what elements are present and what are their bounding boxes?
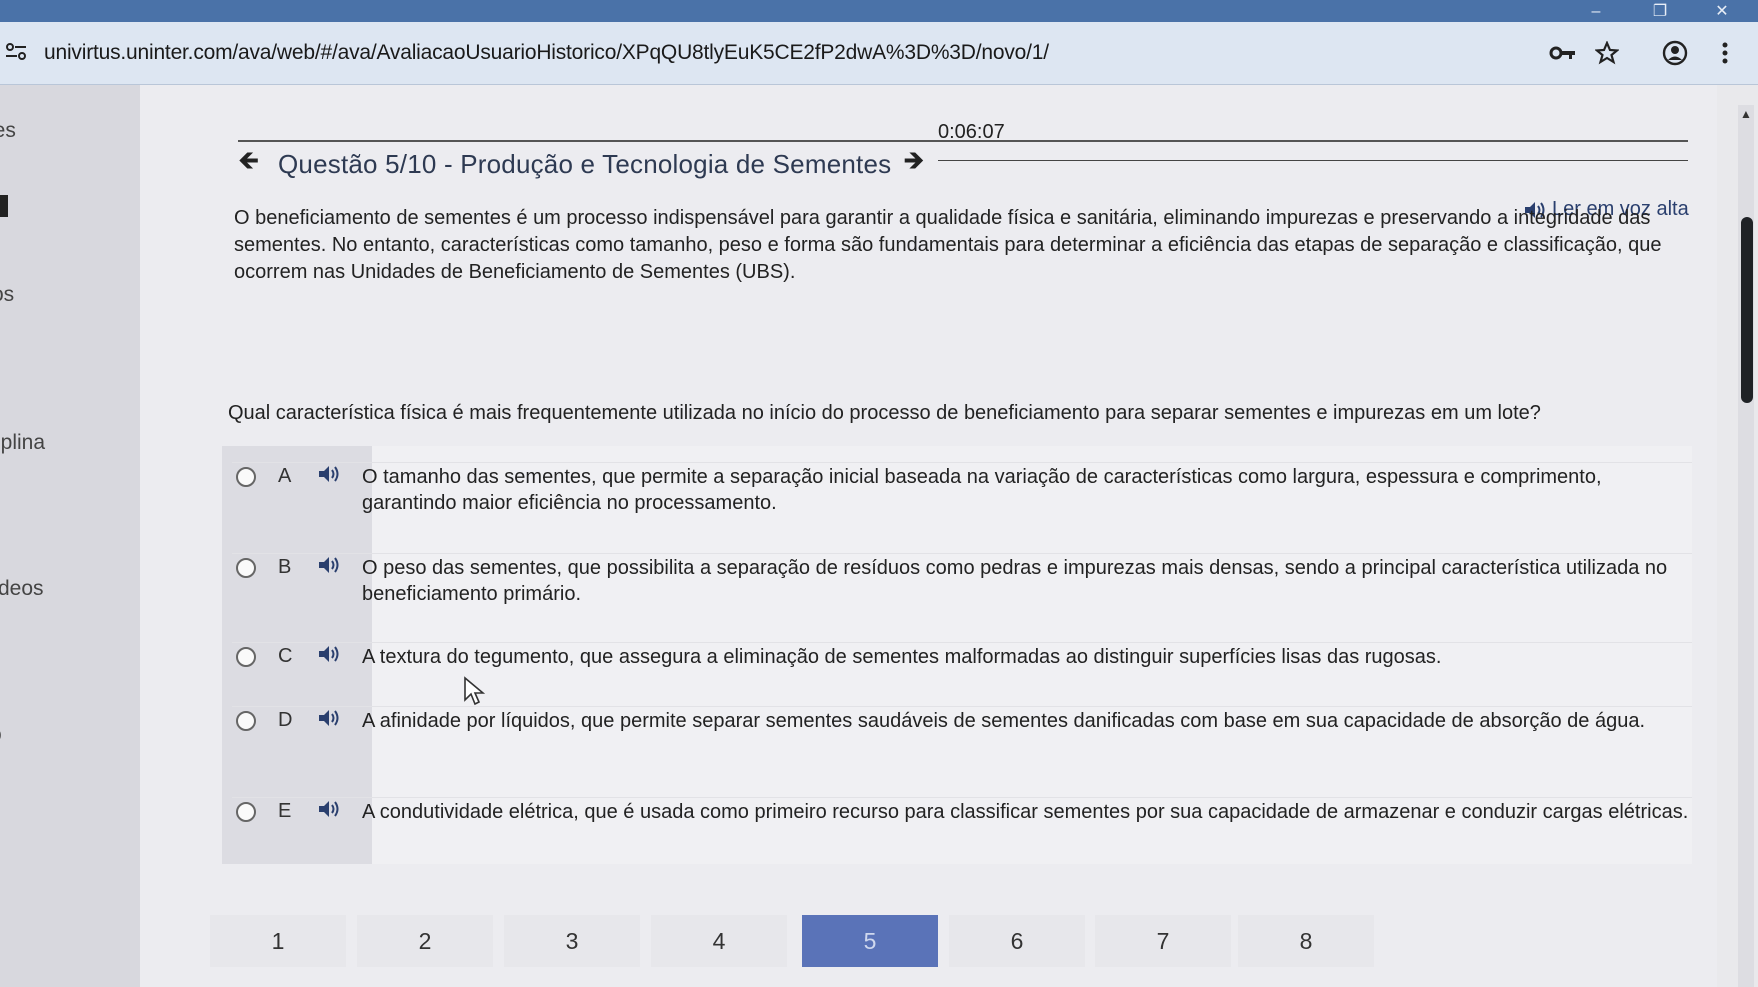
profile-avatar-icon[interactable] <box>1660 38 1690 68</box>
option-letter: A <box>278 465 292 487</box>
speaker-icon[interactable] <box>318 463 362 488</box>
radio-button-e[interactable] <box>236 802 256 822</box>
browser-menu-icon[interactable] <box>1710 38 1740 68</box>
page-4[interactable]: 4 <box>651 915 787 967</box>
page-scrollbar[interactable]: ▲ <box>1738 105 1754 987</box>
scrollbar-thumb[interactable] <box>1741 217 1753 403</box>
header-divider <box>238 140 1688 142</box>
question-header: 🡸 Questão 5/10 - Produção e Tecnologia d… <box>238 145 924 182</box>
password-key-icon[interactable] <box>1548 38 1578 68</box>
page-1[interactable]: 1 <box>210 915 346 967</box>
option-text: A afinidade por líquidos, que permite se… <box>362 710 1646 732</box>
sidebar-item-3[interactable]: iplina <box>0 431 45 455</box>
speaker-icon[interactable] <box>318 798 362 823</box>
next-question-arrow-icon[interactable]: 🡺 <box>903 142 924 186</box>
page-5-active[interactable]: 5 <box>802 915 938 967</box>
left-sidebar: ões os iplina deos o <box>0 85 140 987</box>
option-e[interactable]: E A condutividade elétrica, que é usada … <box>232 797 1692 825</box>
option-letter: B <box>278 556 292 578</box>
speaker-icon[interactable] <box>318 554 362 579</box>
address-bar[interactable]: univirtus.uninter.com/ava/web/#/ava/Aval… <box>44 41 1049 65</box>
browser-titlebar: – ❐ ✕ <box>0 0 1758 22</box>
radio-button-b[interactable] <box>236 558 256 578</box>
page-7[interactable]: 7 <box>1095 915 1231 967</box>
page-8[interactable]: 8 <box>1238 915 1374 967</box>
speaker-icon[interactable] <box>318 643 362 668</box>
option-text: O peso das sementes, que possibilita a s… <box>362 557 1668 605</box>
radio-button-c[interactable] <box>236 647 256 667</box>
title-underline <box>938 160 1688 161</box>
page-6[interactable]: 6 <box>949 915 1085 967</box>
sidebar-item-1[interactable]: ões <box>0 119 16 143</box>
option-a[interactable]: A O tamanho das sementes, que permite a … <box>232 462 1692 516</box>
option-b[interactable]: B O peso das sementes, que possibilita a… <box>232 553 1692 607</box>
close-window-button[interactable]: ✕ <box>1700 0 1744 22</box>
site-info-icon[interactable] <box>0 36 32 68</box>
option-letter: D <box>278 709 293 731</box>
question-stem: O beneficiamento de sementes é um proces… <box>234 207 1662 283</box>
speaker-icon[interactable] <box>318 707 362 732</box>
page-3[interactable]: 3 <box>504 915 640 967</box>
browser-toolbar: univirtus.uninter.com/ava/web/#/ava/Aval… <box>0 22 1758 85</box>
scroll-up-arrow-icon[interactable]: ▲ <box>1740 107 1752 121</box>
page-2[interactable]: 2 <box>357 915 493 967</box>
option-text: A condutividade elétrica, que é usada co… <box>362 801 1689 823</box>
previous-question-arrow-icon[interactable]: 🡸 <box>238 142 278 186</box>
radio-button-d[interactable] <box>236 711 256 731</box>
sidebar-item-4[interactable]: deos <box>0 577 44 601</box>
option-c[interactable]: C A textura do tegumento, que assegura a… <box>232 642 1692 670</box>
option-letter: C <box>278 645 293 667</box>
question-title: Questão 5/10 - Produção e Tecnologia de … <box>278 148 892 179</box>
minimize-button[interactable]: – <box>1574 0 1618 22</box>
restore-button[interactable]: ❐ <box>1638 0 1682 22</box>
sidebar-item-5[interactable]: o <box>0 723 2 747</box>
option-letter: E <box>278 800 292 822</box>
radio-button-a[interactable] <box>236 467 256 487</box>
bookmark-star-icon[interactable] <box>1592 38 1622 68</box>
sidebar-active-marker <box>0 195 8 217</box>
mouse-cursor-icon <box>464 676 485 706</box>
option-d[interactable]: D A afinidade por líquidos, que permite … <box>232 706 1692 734</box>
option-text: O tamanho das sementes, que permite a se… <box>362 466 1602 514</box>
sidebar-item-2[interactable]: os <box>0 283 14 307</box>
question-prompt: Qual característica física é mais freque… <box>228 402 1541 424</box>
option-text: A textura do tegumento, que assegura a e… <box>362 646 1442 668</box>
